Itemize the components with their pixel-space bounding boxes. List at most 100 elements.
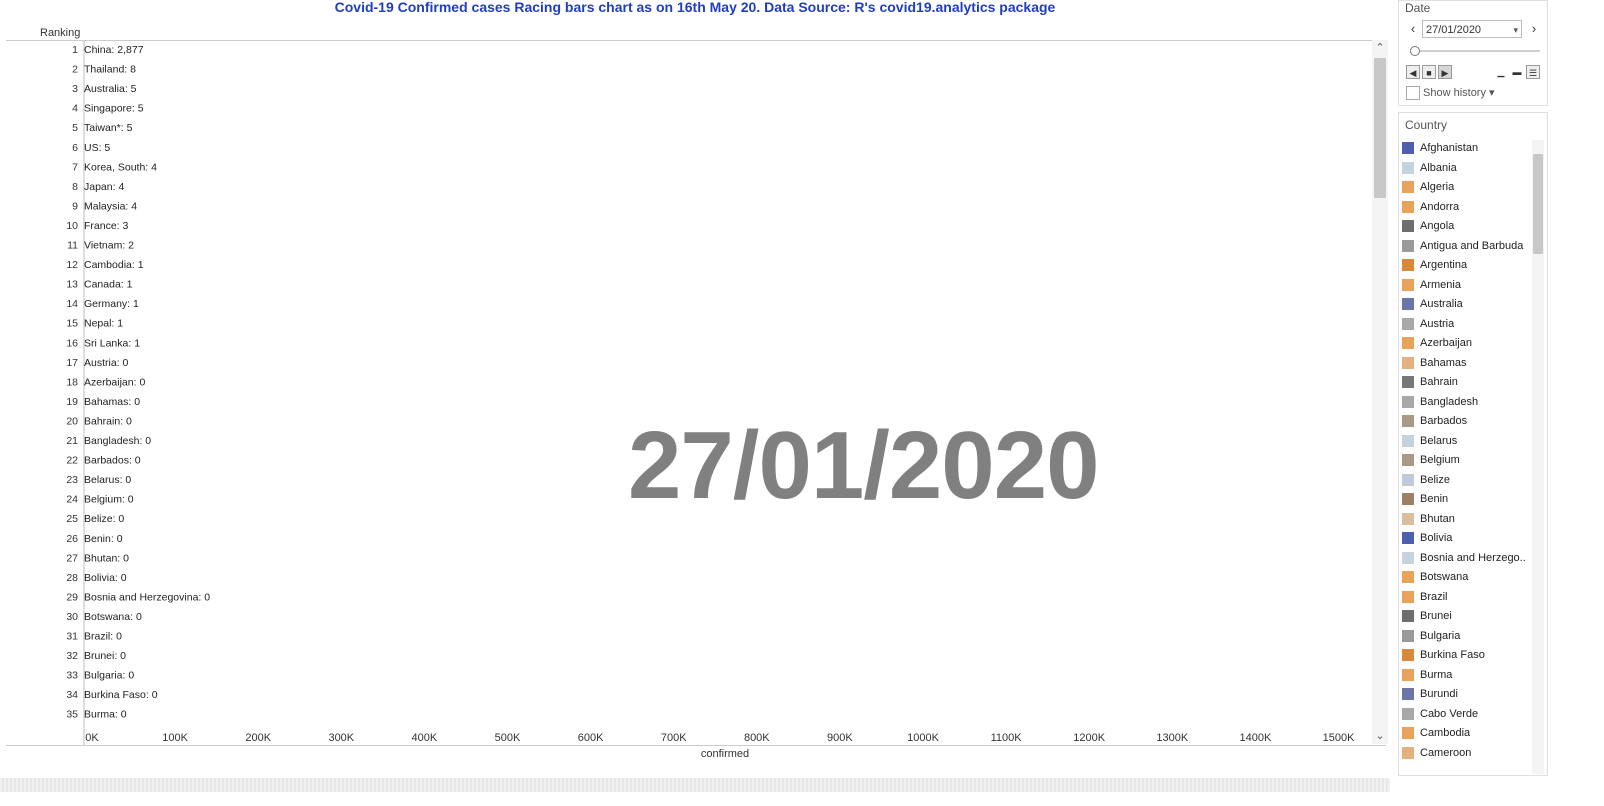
legend-swatch (1402, 746, 1414, 759)
legend-swatch (1402, 356, 1414, 369)
scroll-up-icon[interactable]: ⌃ (1372, 40, 1388, 56)
bar-data-label: France: 3 (84, 220, 129, 232)
x-tick-label: 800K (743, 732, 770, 744)
date-prev-icon[interactable]: ‹ (1406, 20, 1420, 38)
legend-item[interactable]: Benin (1402, 492, 1530, 508)
speed-fast-icon[interactable]: ☰ (1526, 65, 1540, 79)
bar-data-label: Japan: 4 (84, 181, 124, 193)
legend-item[interactable]: Algeria (1402, 180, 1530, 196)
legend-item[interactable]: Belarus (1402, 434, 1530, 450)
rank-label: 19 (66, 396, 78, 408)
legend-item[interactable]: Cameroon (1402, 746, 1530, 762)
legend-item[interactable]: Cambodia (1402, 726, 1530, 742)
playback-stop-icon[interactable]: ■ (1422, 65, 1436, 79)
rank-label: 31 (66, 631, 78, 643)
legend-item[interactable]: Burma (1402, 668, 1530, 684)
rank-label: 21 (66, 435, 78, 447)
rank-label: 2 (72, 64, 78, 76)
legend-item[interactable]: Bahrain (1402, 375, 1530, 391)
legend-swatch (1402, 317, 1414, 330)
legend-item[interactable]: Antigua and Barbuda (1402, 239, 1530, 255)
legend-item-label: Antigua and Barbuda (1420, 239, 1524, 252)
rank-label: 24 (66, 494, 78, 506)
bar-data-label: Bulgaria: 0 (84, 670, 134, 682)
legend-item[interactable]: Andorra (1402, 200, 1530, 216)
playback-back-icon[interactable]: ◀ (1406, 65, 1420, 79)
legend-item-label: Bangladesh (1420, 395, 1479, 408)
bar-data-label: Bolivia: 0 (84, 572, 127, 584)
legend-item[interactable]: Belize (1402, 473, 1530, 489)
legend-item-label: Austria (1420, 317, 1455, 330)
scroll-thumb[interactable] (1374, 58, 1386, 198)
legend-item[interactable]: Bulgaria (1402, 629, 1530, 645)
x-tick-label: 700K (660, 732, 687, 744)
legend-swatch (1402, 259, 1414, 271)
legend-item[interactable]: Belgium (1402, 453, 1530, 469)
legend-item[interactable]: Afghanistan (1402, 141, 1530, 157)
x-tick-label: 1400K (1239, 732, 1272, 744)
bar-data-label: Azerbaijan: 0 (84, 376, 145, 388)
legend-item-label: Bahrain (1420, 376, 1458, 388)
legend-item[interactable]: Burundi (1402, 687, 1530, 703)
legend-item[interactable]: Barbados (1402, 414, 1530, 430)
legend-swatch (1402, 727, 1414, 739)
legend-item[interactable]: Burkina Faso (1402, 648, 1530, 664)
legend-item[interactable]: Brunei (1402, 609, 1530, 625)
bar-data-label: Burma: 0 (84, 709, 127, 721)
bar-data-label: Belize: 0 (84, 513, 124, 525)
legend-item-label: Algeria (1420, 181, 1455, 193)
legend-item[interactable]: Azerbaijan (1402, 336, 1530, 352)
date-slider-handle[interactable] (1410, 46, 1420, 56)
chevron-down-icon[interactable]: ▾ (1513, 21, 1518, 39)
legend-item[interactable]: Armenia (1402, 278, 1530, 294)
legend-item[interactable]: Bhutan (1402, 512, 1530, 528)
bar-data-label: Austria: 0 (84, 357, 129, 369)
ranking-header: Ranking (40, 27, 81, 39)
bar-data-label: Korea, South: 4 (84, 161, 157, 173)
date-dropdown[interactable]: 27/01/2020 ▾ (1422, 20, 1522, 38)
legend-item[interactable]: Angola (1402, 219, 1530, 235)
rank-label: 23 (66, 474, 78, 486)
rank-label: 35 (66, 709, 78, 721)
rank-label: 16 (66, 337, 78, 349)
show-history-label[interactable]: Show history ▾ (1423, 86, 1495, 99)
legend-item-label: Azerbaijan (1420, 337, 1472, 349)
bar-data-label: Bahamas: 0 (84, 396, 140, 408)
legend-item[interactable]: Bangladesh (1402, 395, 1530, 411)
legend-item[interactable]: Bosnia and Herzego.. (1402, 551, 1530, 567)
horizontal-scroll-strip[interactable] (0, 778, 1390, 792)
rank-label: 3 (72, 83, 78, 95)
date-slider-track[interactable] (1412, 50, 1540, 52)
legend-swatch (1402, 181, 1414, 193)
legend-item-label: Argentina (1420, 259, 1468, 271)
legend-item-label: Botswana (1420, 571, 1469, 583)
chart-vertical-scrollbar[interactable]: ⌃ ⌄ (1372, 40, 1388, 744)
legend-item[interactable]: Cabo Verde (1402, 707, 1530, 723)
legend-swatch (1402, 220, 1414, 232)
legend-item[interactable]: Brazil (1402, 590, 1530, 606)
playback-play-icon[interactable]: ▶ (1438, 65, 1452, 79)
rank-label: 6 (72, 142, 78, 154)
rank-label: 26 (66, 533, 78, 545)
legend-item[interactable]: Bolivia (1402, 531, 1530, 547)
legend-item[interactable]: Botswana (1402, 570, 1530, 586)
speed-slow-icon[interactable]: ▁ (1494, 65, 1508, 79)
rows-plot: 1 China: 2,8772 Thailand: 83 Australia: 54 S… (66, 41, 210, 745)
legend-item[interactable]: Bahamas (1402, 356, 1530, 372)
rank-label: 25 (66, 513, 78, 525)
legend-item-label: Cabo Verde (1420, 707, 1479, 720)
date-next-icon[interactable]: › (1527, 20, 1541, 38)
legend-swatch (1402, 161, 1414, 174)
speed-medium-icon[interactable]: ▬ (1510, 65, 1524, 79)
show-history-checkbox[interactable] (1406, 86, 1420, 100)
x-tick-label: 500K (494, 732, 521, 744)
legend-item[interactable]: Albania (1402, 161, 1530, 177)
legend-item[interactable]: Austria (1402, 317, 1530, 333)
legend-item[interactable]: Argentina (1402, 258, 1530, 274)
legend-swatch (1402, 571, 1414, 583)
legend-scrollbar[interactable] (1532, 140, 1544, 774)
bar-data-label: Malaysia: 4 (84, 200, 137, 212)
rank-label: 33 (66, 670, 78, 682)
legend-scroll-thumb[interactable] (1533, 154, 1543, 254)
legend-item[interactable]: Australia (1402, 297, 1530, 313)
